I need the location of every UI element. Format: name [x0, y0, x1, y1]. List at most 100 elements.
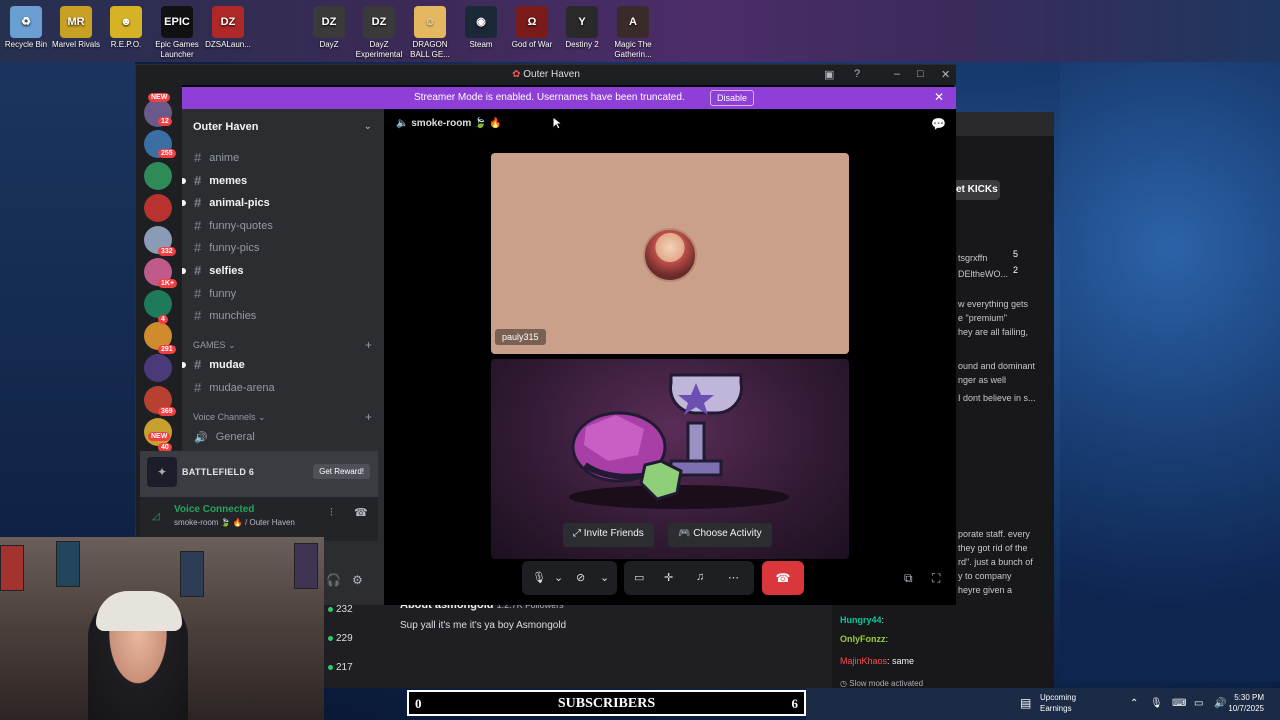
desktop-icon[interactable]: Y Destiny 2: [556, 2, 608, 50]
disconnect-button[interactable]: ☎: [762, 561, 804, 595]
chevron-down-icon[interactable]: ⌄: [600, 571, 609, 584]
gamepad-icon[interactable]: ✛: [664, 571, 673, 584]
desktop-icon[interactable]: ☻ R.E.P.O.: [100, 2, 152, 50]
chat-bubble-icon[interactable]: 💬: [931, 117, 946, 131]
camera-off-icon[interactable]: ⊘: [576, 571, 585, 584]
channel-animal-pics[interactable]: # animal-pics: [182, 195, 270, 211]
invite-friends-button[interactable]: ⤢ Invite Friends: [563, 523, 654, 547]
voice-connected-label[interactable]: Voice Connected: [174, 504, 254, 515]
hashtag-icon: #: [194, 240, 202, 256]
gear-icon[interactable]: ⚙: [352, 573, 363, 587]
channel-funny[interactable]: # funny: [194, 287, 236, 300]
battlefield-logo-icon: ✦: [147, 457, 177, 487]
desktop-icon-label: Recycle Bin: [4, 40, 48, 49]
more-icon[interactable]: ⋯: [728, 571, 739, 584]
server-name[interactable]: Outer Haven: [193, 121, 258, 133]
category-games[interactable]: GAMES ⌄: [193, 340, 236, 351]
activity-controls: ▭ ✛ ♫ ⋯: [624, 561, 754, 595]
discord-window[interactable]: ✿ Outer Haven ▣ ? – □ ✕ NEW 12 255 332 1K+ 4 2…: [135, 64, 956, 605]
server-icon[interactable]: [144, 354, 172, 382]
desktop-icon[interactable]: ☺ DRAGON BALL GE...: [404, 2, 456, 60]
close-icon[interactable]: ✕: [934, 90, 944, 104]
discord-titlebar[interactable]: ✿ Outer Haven ▣ ? – □ ✕: [136, 65, 956, 85]
channel-funny-quotes[interactable]: # funny-quotes: [194, 219, 273, 232]
server-badge: 255: [158, 149, 176, 158]
add-channel-icon[interactable]: +: [365, 410, 372, 424]
channel-mudae-arena[interactable]: # mudae-arena: [194, 381, 275, 394]
wallpaper-left: [0, 62, 135, 542]
add-channel-icon[interactable]: +: [365, 338, 372, 352]
network-icon[interactable]: ▭: [1194, 698, 1203, 709]
calendar-icon[interactable]: ▤: [1020, 696, 1031, 710]
channel-memes[interactable]: # memes: [182, 174, 247, 187]
desktop-icon[interactable]: EPIC Epic Games Launcher: [151, 2, 203, 60]
desktop-icon[interactable]: DZ DayZ Experimental: [353, 2, 405, 60]
chevron-down-icon[interactable]: ⌄: [554, 571, 563, 584]
server-icon[interactable]: [144, 290, 172, 318]
soundboard-icon[interactable]: ♫: [696, 571, 704, 583]
channel-name: mudae: [209, 359, 245, 371]
desktop-icon[interactable]: ◉ Steam: [455, 2, 507, 50]
channel-selfies[interactable]: # selfies: [182, 264, 243, 277]
desktop-icon[interactable]: ♻ Recycle Bin: [0, 2, 52, 50]
viewer-count: 229: [328, 633, 353, 644]
browser-tabbar[interactable]: [954, 112, 1054, 136]
app-icon: ☺: [414, 6, 446, 38]
channel-mudae[interactable]: # mudae: [182, 358, 245, 371]
popout-icon[interactable]: ⧉: [904, 571, 913, 586]
maximize-icon[interactable]: □: [917, 68, 924, 80]
unread-indicator: [182, 177, 186, 184]
category-voice[interactable]: Voice Channels ⌄: [193, 412, 266, 423]
microphone-icon[interactable]: 🎙: [1150, 698, 1163, 709]
hashtag-icon: #: [194, 195, 202, 211]
close-icon[interactable]: ✕: [941, 68, 950, 81]
game-promo[interactable]: ✦ BATTLEFIELD 6 Get Reward!: [140, 451, 378, 497]
microphone-icon[interactable]: 🎙: [532, 571, 546, 584]
desktop-icon[interactable]: DZ DZSALaun...: [202, 2, 254, 50]
wallpaper-right: [1060, 62, 1280, 682]
choose-activity-button[interactable]: 🎮 Choose Activity: [668, 523, 772, 547]
promo-title: BATTLEFIELD 6: [182, 467, 255, 477]
viewer-count: 232: [328, 604, 353, 615]
taskbar-clock[interactable]: 5:30 PM 10/7/2025: [1228, 692, 1264, 714]
streamer-cap: [96, 591, 182, 631]
server-icon: ✿: [512, 69, 521, 80]
desktop-icon[interactable]: Ω God of War: [506, 2, 558, 50]
server-icon[interactable]: [144, 194, 172, 222]
chevron-down-icon[interactable]: ⌄: [364, 121, 372, 132]
noise-suppression-icon[interactable]: ⫶: [330, 507, 333, 520]
server-badge: 4: [158, 315, 168, 324]
minimize-icon[interactable]: –: [894, 68, 900, 80]
participant-tile[interactable]: pauly315: [491, 153, 849, 354]
side-chat-line: heyre given a: [958, 585, 1013, 595]
kicks-chip[interactable]: et KICKs: [954, 180, 1000, 200]
side-chat-line: ound and dominant: [958, 361, 1036, 371]
subscribers-left-value: 0: [415, 696, 422, 711]
server-badge: 12: [158, 117, 172, 126]
disconnect-icon[interactable]: ☎: [354, 506, 368, 519]
viewer-counts: 232 229 217: [324, 596, 384, 688]
voice-channel-general[interactable]: 🔊 General: [194, 431, 255, 444]
taskbar-notification[interactable]: Upcoming Earnings: [1040, 692, 1076, 714]
hashtag-icon: #: [194, 150, 202, 165]
desktop-icon-label: God of War: [511, 40, 553, 49]
disable-button[interactable]: Disable: [710, 90, 755, 106]
side-chat-line: porate staff. every: [958, 529, 1030, 539]
keyboard-icon[interactable]: ⌨: [1172, 698, 1186, 709]
desktop-icon[interactable]: MR Marvel Rivals: [50, 2, 102, 50]
server-icon[interactable]: [144, 162, 172, 190]
help-icon[interactable]: ?: [854, 68, 860, 80]
volume-icon[interactable]: 🔊: [1214, 698, 1226, 709]
get-reward-button[interactable]: Get Reward!: [313, 464, 370, 479]
channel-funny-pics[interactable]: # funny-pics: [194, 240, 259, 256]
channel-munchies[interactable]: # munchies: [194, 309, 256, 322]
desktop-icon[interactable]: A Magic The Gatherin...: [607, 2, 659, 60]
trophy-illustration-icon: [569, 373, 789, 509]
chevron-up-icon[interactable]: ⌃: [1130, 698, 1138, 709]
desktop-icon[interactable]: DZ DayZ: [303, 2, 355, 50]
headphones-icon[interactable]: 🎧: [326, 573, 341, 587]
inbox-icon[interactable]: ▣: [824, 68, 834, 81]
fullscreen-icon[interactable]: ⛶: [932, 571, 940, 586]
channel-anime[interactable]: # anime: [194, 150, 239, 165]
screen-share-icon[interactable]: ▭: [634, 571, 644, 584]
